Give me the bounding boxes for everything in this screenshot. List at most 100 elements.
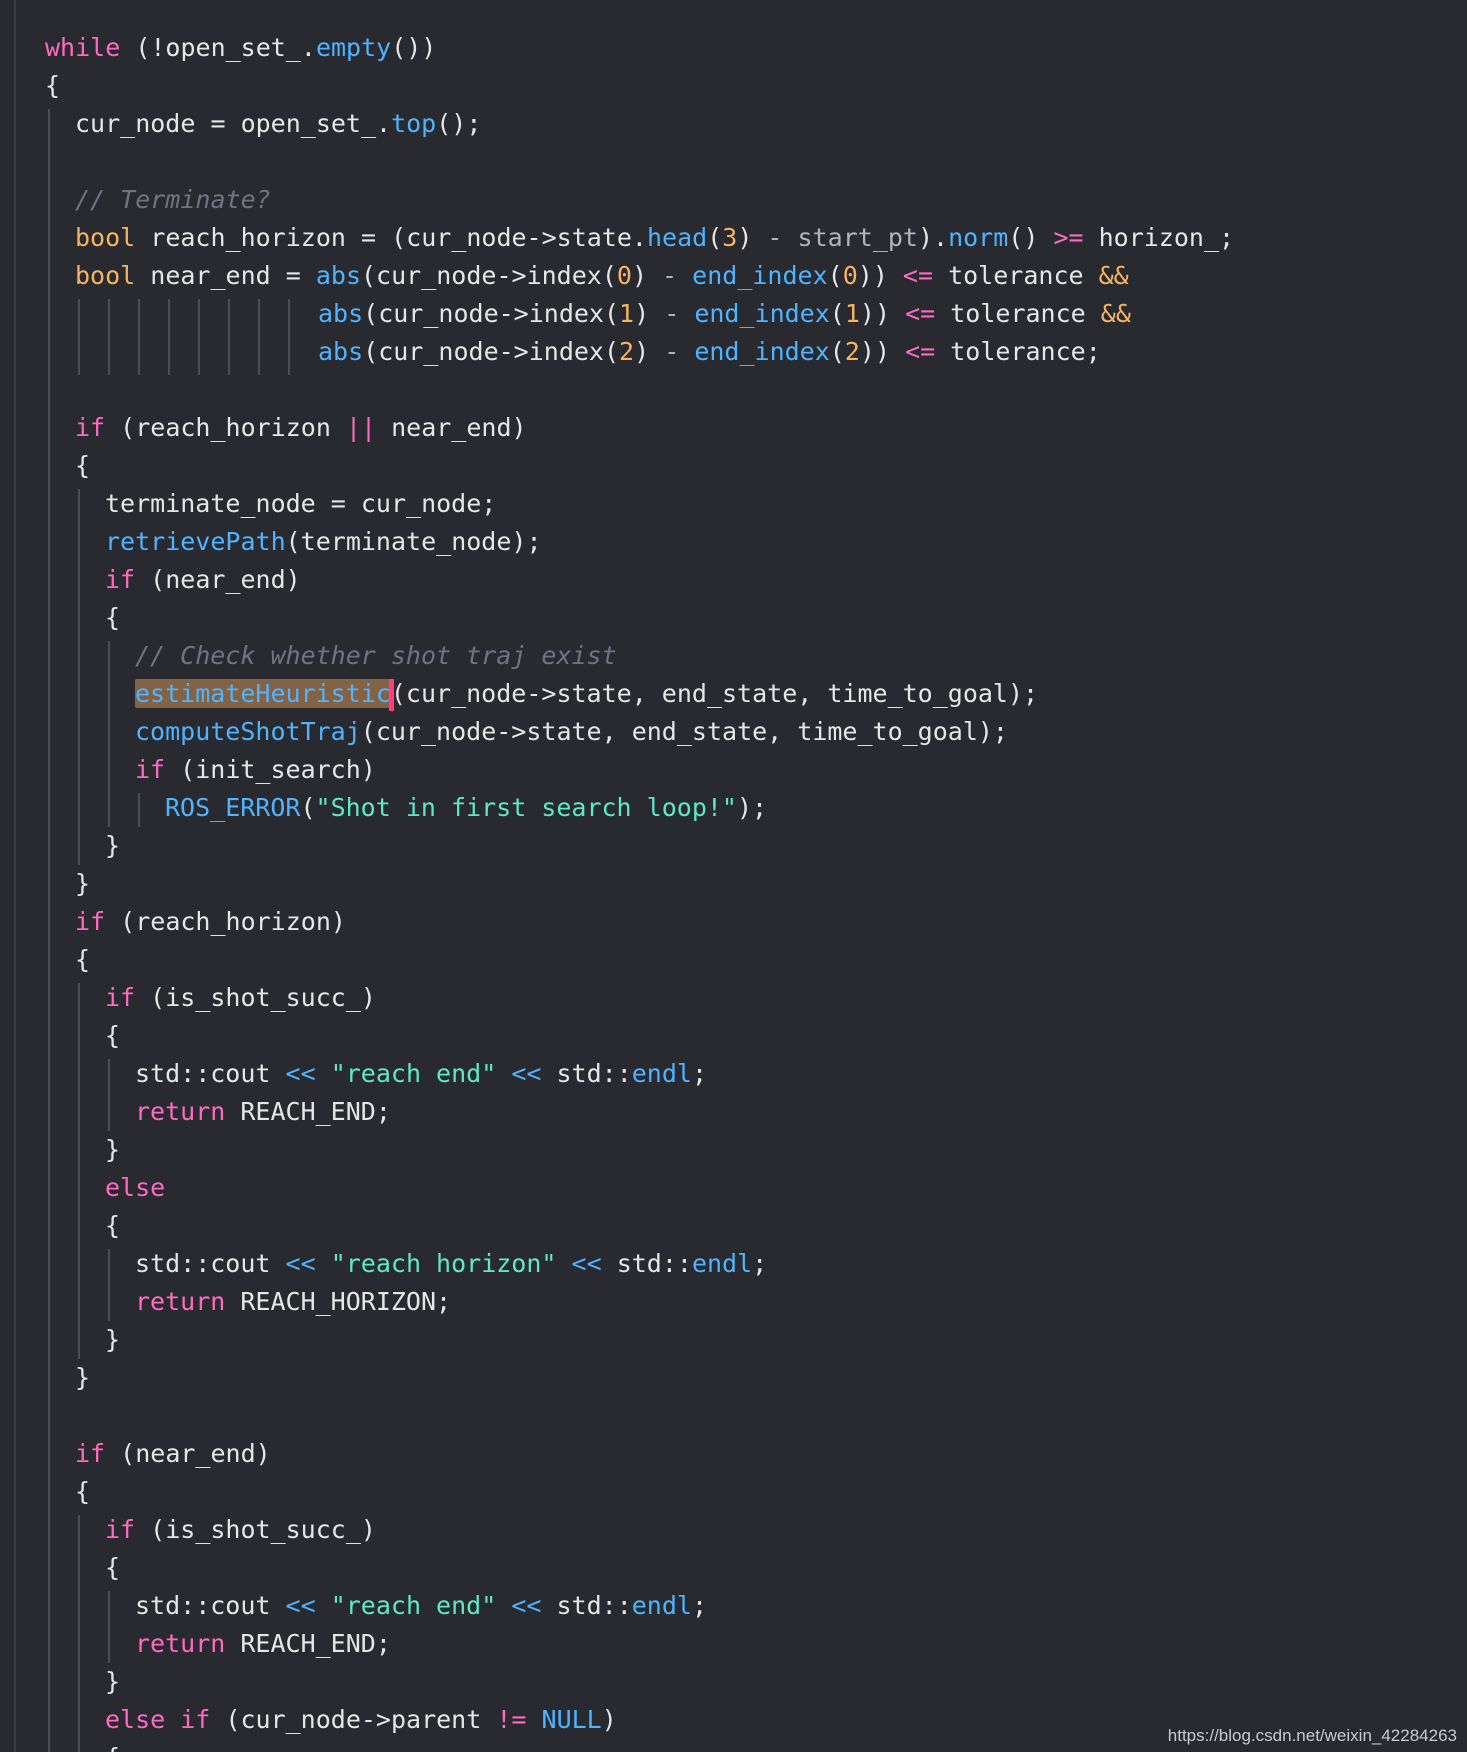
code-token: abs xyxy=(318,337,364,366)
gutter-border xyxy=(14,0,16,1752)
code-line[interactable]: estimateHeuristic(cur_node->state, end_s… xyxy=(135,675,1038,713)
code-line[interactable]: std::cout << "reach end" << std::endl; xyxy=(135,1587,707,1625)
code-line[interactable]: { xyxy=(105,599,120,637)
code-line[interactable]: } xyxy=(105,1321,120,1359)
code-editor[interactable]: while (!open_set_.empty()) { cur_node = op… xyxy=(0,0,1467,1752)
code-line[interactable]: { xyxy=(45,67,60,105)
code-line[interactable]: ROS_ERROR("Shot in first search loop!"); xyxy=(165,789,767,827)
code-token: ) xyxy=(601,1705,617,1734)
code-token: ; xyxy=(752,1249,768,1278)
code-line[interactable]: // Check whether shot traj exist xyxy=(135,637,617,675)
code-token: << xyxy=(285,1059,316,1088)
code-line[interactable]: if (reach_horizon || near_end) xyxy=(75,409,527,447)
code-line[interactable]: } xyxy=(105,1131,120,1169)
code-line[interactable]: return REACH_END; xyxy=(135,1625,391,1663)
code-token: head xyxy=(646,223,708,252)
code-line[interactable]: if (near_end) xyxy=(75,1435,271,1473)
code-token: cur_node = open_set_. xyxy=(75,109,392,138)
code-line[interactable]: std::cout << "reach horizon" << std::end… xyxy=(135,1245,767,1283)
indent-guide xyxy=(78,983,80,1359)
watermark-url: https://blog.csdn.net/weixin_42284263 xyxy=(1167,1726,1457,1745)
code-line[interactable]: bool near_end = abs(cur_node->index(0) -… xyxy=(75,257,1129,295)
alignment-guide xyxy=(258,337,260,375)
code-line[interactable]: return REACH_END; xyxy=(135,1093,391,1131)
code-token: std:: xyxy=(541,1591,632,1620)
code-line[interactable]: if (is_shot_succ_) xyxy=(105,1511,376,1549)
code-token: reach_horizon = (cur_node->state. xyxy=(135,223,647,252)
code-token: horizon_; xyxy=(1083,223,1235,252)
code-token: (!open_set_. xyxy=(120,33,316,62)
code-token: { xyxy=(105,1743,120,1752)
indent-guide xyxy=(108,1591,110,1663)
code-token: () xyxy=(1008,223,1054,252)
code-line[interactable]: if (reach_horizon) xyxy=(75,903,346,941)
indent-guide xyxy=(78,489,80,865)
code-line[interactable]: { xyxy=(75,1473,90,1511)
code-token: REACH_END; xyxy=(225,1629,391,1658)
code-token: ( xyxy=(827,261,843,290)
code-line[interactable]: while (!open_set_.empty()) xyxy=(45,29,436,67)
code-line[interactable]: } xyxy=(105,827,120,865)
code-token: if xyxy=(105,983,136,1012)
code-line[interactable]: } xyxy=(75,865,90,903)
code-line[interactable]: bool reach_horizon = (cur_node->state.he… xyxy=(75,219,1234,257)
code-token: << xyxy=(511,1591,542,1620)
code-token: (is_shot_succ_) xyxy=(135,1515,376,1544)
code-token: )) xyxy=(859,337,906,366)
code-line[interactable]: abs(cur_node->index(1) - end_index(1)) <… xyxy=(318,295,1131,333)
code-line[interactable]: terminate_node = cur_node; xyxy=(105,485,496,523)
code-token: std::cout xyxy=(135,1059,286,1088)
code-token: empty xyxy=(315,33,392,62)
code-line[interactable]: } xyxy=(105,1663,120,1701)
code-line[interactable]: retrievePath(terminate_node); xyxy=(105,523,542,561)
code-line[interactable]: if (init_search) xyxy=(135,751,376,789)
code-token: end_index xyxy=(694,337,830,366)
code-token: { xyxy=(75,1477,91,1506)
alignment-guide xyxy=(78,337,80,375)
code-line[interactable]: else if (cur_node->parent != NULL) xyxy=(105,1701,617,1739)
code-line[interactable]: if (near_end) xyxy=(105,561,301,599)
indent-guide xyxy=(78,1515,80,1752)
code-token: bool xyxy=(75,261,136,290)
code-line[interactable]: { xyxy=(105,1017,120,1055)
code-token: } xyxy=(105,1667,121,1696)
code-line[interactable]: computeShotTraj(cur_node->state, end_sta… xyxy=(135,713,1008,751)
code-token: "reach end" xyxy=(330,1591,497,1620)
code-line[interactable]: cur_node = open_set_.top(); xyxy=(75,105,481,143)
code-line[interactable]: { xyxy=(105,1739,120,1752)
code-line[interactable]: { xyxy=(75,941,90,979)
code-token: ()) xyxy=(391,33,437,62)
code-token: ) xyxy=(634,337,665,366)
code-line[interactable]: // Terminate? xyxy=(75,181,271,219)
alignment-guide xyxy=(288,337,290,375)
code-token: <= xyxy=(905,337,936,366)
code-line[interactable]: if (is_shot_succ_) xyxy=(105,979,376,1017)
code-token: (init_search) xyxy=(165,755,376,784)
code-line[interactable]: abs(cur_node->index(2) - end_index(2)) <… xyxy=(318,333,1101,371)
code-token: endl xyxy=(691,1249,753,1278)
code-token: } xyxy=(105,831,121,860)
selected-token: estimateHeuristic xyxy=(135,679,391,708)
code-line[interactable]: std::cout << "reach end" << std::endl; xyxy=(135,1055,707,1093)
code-token: end_index xyxy=(692,261,828,290)
code-line[interactable]: { xyxy=(105,1207,120,1245)
code-line[interactable]: { xyxy=(75,447,90,485)
code-token: 2 xyxy=(844,337,860,366)
code-line[interactable]: } xyxy=(75,1359,90,1397)
code-token: top xyxy=(391,109,437,138)
code-token: if xyxy=(75,907,106,936)
code-token: { xyxy=(45,71,61,100)
alignment-guide xyxy=(138,299,140,337)
code-token: (reach_horizon xyxy=(105,413,346,442)
code-line[interactable]: return REACH_HORIZON; xyxy=(135,1283,451,1321)
code-token: (); xyxy=(436,109,482,138)
code-token: && xyxy=(1098,261,1129,290)
alignment-guide xyxy=(288,299,290,337)
code-line[interactable]: { xyxy=(105,1549,120,1587)
code-line[interactable]: else xyxy=(105,1169,165,1207)
